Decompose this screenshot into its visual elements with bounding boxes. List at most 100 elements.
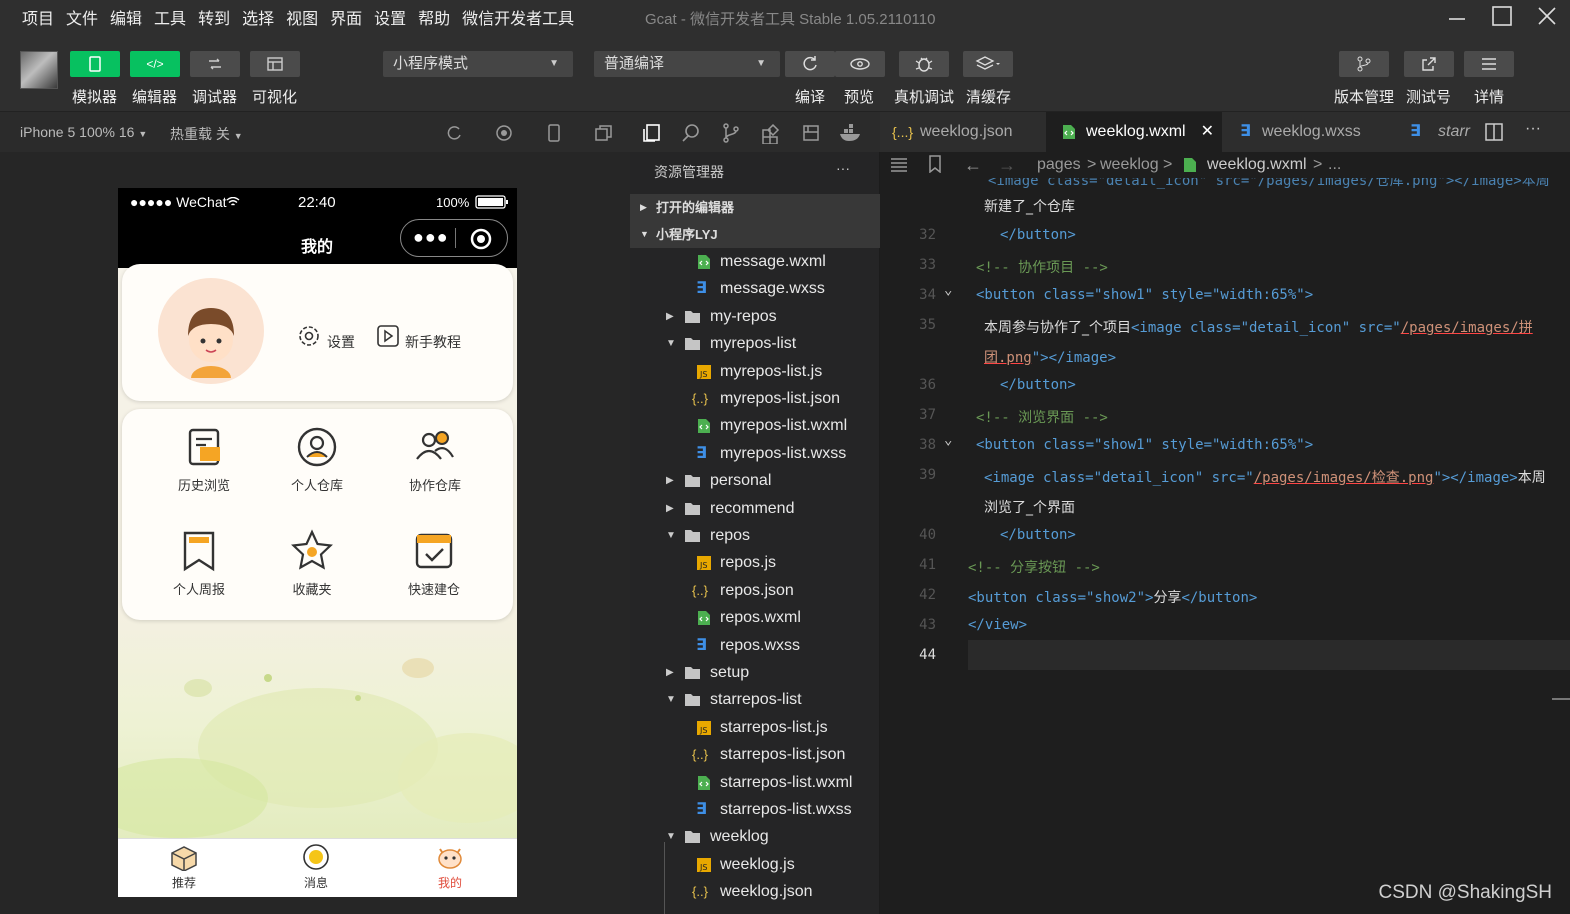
file-tree-item[interactable]: ▶ my-repos	[630, 303, 880, 330]
gear-icon[interactable]	[297, 324, 321, 348]
preview-button[interactable]	[835, 51, 885, 77]
grid-history[interactable]: 历史浏览	[159, 425, 249, 494]
grid-favorites[interactable]: 收藏夹	[267, 529, 357, 598]
settings-link[interactable]: 设置	[327, 332, 355, 352]
phone-icon[interactable]	[547, 124, 561, 142]
code-editor[interactable]: <image class="detail_icon" src="/pages/i…	[880, 178, 1570, 914]
explorer-more-icon[interactable]: ···	[836, 160, 850, 176]
tab-starr[interactable]: ∃ starr	[1398, 112, 1472, 152]
visual-button[interactable]	[250, 51, 300, 77]
source-control-icon[interactable]	[720, 122, 742, 144]
record-icon[interactable]	[495, 124, 513, 142]
hotreload-select[interactable]: 热重载 关 ▼	[170, 124, 243, 144]
fold-icon[interactable]: ⌄	[944, 282, 952, 298]
docker-icon[interactable]	[838, 122, 864, 144]
file-tree-item[interactable]: ▼ repos	[630, 522, 880, 549]
file-tree-item[interactable]: ▼ starrepos-list	[630, 686, 880, 713]
tab-weeklog-wxml[interactable]: weeklog.wxml ✕	[1046, 112, 1222, 152]
editor-button[interactable]: </>	[130, 51, 180, 77]
file-tree-item[interactable]: {..} starrepos-list.json	[630, 741, 880, 768]
file-tree-item[interactable]: ▶ setup	[630, 659, 880, 686]
compile-button[interactable]	[785, 51, 835, 77]
debugger-button[interactable]	[190, 51, 240, 77]
menu-select[interactable]: 选择	[242, 5, 274, 29]
split-editor-icon[interactable]	[1485, 123, 1503, 141]
tutorial-link[interactable]: 新手教程	[405, 332, 461, 352]
play-icon[interactable]	[376, 324, 400, 348]
close-miniprogram-icon[interactable]	[469, 227, 493, 251]
menu-goto[interactable]: 转到	[198, 5, 230, 29]
file-tree-item[interactable]: ∃ starrepos-list.wxss	[630, 796, 880, 823]
grid-weekly-report[interactable]: 个人周报	[154, 529, 244, 598]
mode-select[interactable]: 小程序模式 ▼	[383, 51, 573, 77]
popout-icon[interactable]	[595, 124, 613, 142]
file-tree-item[interactable]: ▶ personal	[630, 467, 880, 494]
files-icon[interactable]	[640, 122, 662, 144]
file-tree-item[interactable]: ▼ myrepos-list	[630, 330, 880, 357]
breadcrumb-more[interactable]: ...	[1328, 152, 1341, 178]
menu-tools[interactable]: 工具	[154, 5, 186, 29]
outline-icon[interactable]	[890, 157, 908, 173]
file-tree-item[interactable]: {..} weeklog.json	[630, 878, 880, 905]
menu-interface[interactable]: 界面	[330, 5, 362, 29]
menu-devtools[interactable]: 微信开发者工具	[462, 5, 574, 29]
user-avatar[interactable]	[20, 51, 58, 89]
minimize-icon[interactable]	[1445, 4, 1471, 30]
clear-cache-button[interactable]	[963, 51, 1013, 77]
rotate-icon[interactable]	[445, 124, 463, 142]
file-tree-item[interactable]: repos.wxml	[630, 604, 880, 631]
menu-project[interactable]: 项目	[22, 5, 54, 29]
file-tree-item[interactable]: JS repos.js	[630, 549, 880, 576]
compile-mode-select[interactable]: 普通编译 ▼	[594, 51, 780, 77]
close-icon[interactable]	[1535, 4, 1561, 30]
file-tree-item[interactable]: JS starrepos-list.js	[630, 714, 880, 741]
menu-settings[interactable]: 设置	[374, 5, 406, 29]
file-tree-item[interactable]: ∃ message.wxss	[630, 275, 880, 302]
maximize-icon[interactable]	[1490, 4, 1516, 30]
grid-personal-repo[interactable]: 个人仓库	[272, 425, 362, 494]
menu-view[interactable]: 视图	[286, 5, 318, 29]
file-tree-item[interactable]: ▶ recommend	[630, 495, 880, 522]
avatar[interactable]	[158, 278, 264, 384]
file-tree-item[interactable]: ∃ repos.wxss	[630, 632, 880, 659]
file-tree-item[interactable]: JS myrepos-list.js	[630, 358, 880, 385]
capsule-button[interactable]: ●●●	[400, 219, 508, 257]
tab-weeklog-json[interactable]: {...} weeklog.json	[880, 112, 1046, 152]
file-tree-item[interactable]: JS weeklog.js	[630, 851, 880, 878]
back-icon[interactable]: ←	[964, 152, 982, 178]
file-tree-item[interactable]: starrepos-list.wxml	[630, 769, 880, 796]
file-tree-item[interactable]: {..} repos.json	[630, 577, 880, 604]
fold-icon[interactable]: ⌄	[944, 432, 952, 448]
breadcrumb-pages[interactable]: pages	[1037, 152, 1081, 178]
remote-debug-button[interactable]	[899, 51, 949, 77]
grid-quick-create[interactable]: 快速建仓	[389, 529, 479, 598]
more-actions-icon[interactable]: ···	[1525, 120, 1541, 138]
search-icon[interactable]	[680, 122, 702, 144]
file-tree-item[interactable]: message.wxml	[630, 248, 880, 275]
extensions-icon[interactable]	[760, 122, 782, 144]
open-editors-section[interactable]: ▶ 打开的编辑器	[630, 194, 880, 221]
device-select[interactable]: iPhone 5 100% 16 ▼	[20, 124, 147, 140]
file-tree-item[interactable]: ▼ weeklog	[630, 823, 880, 850]
menu-help[interactable]: 帮助	[418, 5, 450, 29]
file-tree-item[interactable]: myrepos-list.wxml	[630, 412, 880, 439]
more-icon[interactable]: ●●●	[413, 227, 449, 248]
breadcrumb-file[interactable]: weeklog.wxml	[1207, 152, 1307, 178]
menu-edit[interactable]: 编辑	[110, 5, 142, 29]
tab-mine[interactable]: 我的	[410, 843, 490, 891]
simulator-button[interactable]	[70, 51, 120, 77]
tab-recommend[interactable]: 推荐	[144, 843, 224, 891]
breadcrumb-weeklog[interactable]: weeklog	[1100, 152, 1159, 178]
file-tree-item[interactable]: {..} myrepos-list.json	[630, 385, 880, 412]
forward-icon[interactable]: →	[998, 152, 1016, 178]
test-account-button[interactable]	[1404, 51, 1454, 77]
grid-collab-repo[interactable]: 协作仓库	[390, 425, 480, 494]
file-tree-item[interactable]: ∃ myrepos-list.wxss	[630, 440, 880, 467]
menu-file[interactable]: 文件	[66, 5, 98, 29]
tab-weeklog-wxss[interactable]: ∃ weeklog.wxss	[1222, 112, 1398, 152]
storage-icon[interactable]	[800, 122, 822, 144]
version-button[interactable]	[1339, 51, 1389, 77]
bookmark-icon[interactable]	[928, 155, 942, 173]
project-section[interactable]: ▼ 小程序LYJ	[630, 221, 880, 248]
close-tab-icon[interactable]: ✕	[1201, 112, 1214, 152]
